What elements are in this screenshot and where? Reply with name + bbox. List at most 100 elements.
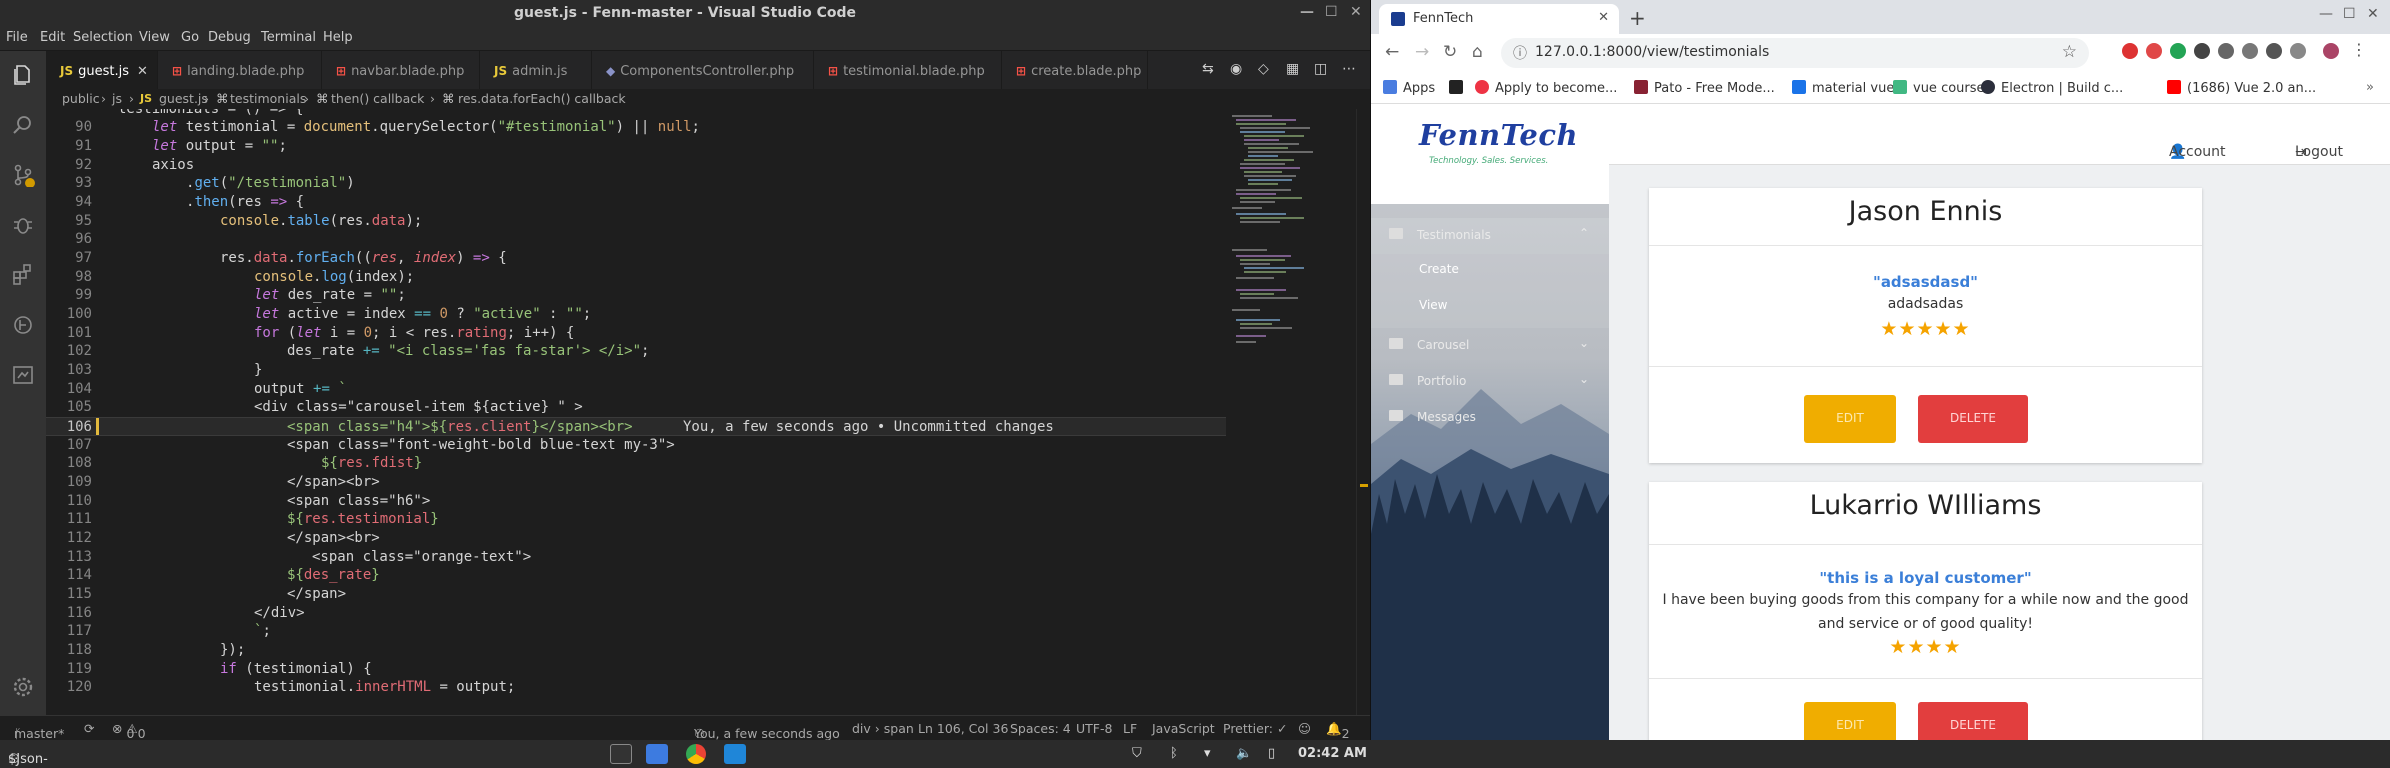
menu-portfolio[interactable]: Portfolio ⌄: [1371, 364, 1609, 400]
open-changes-icon[interactable]: ◇: [1258, 61, 1269, 77]
debug-icon[interactable]: [11, 213, 35, 237]
settings-gear-icon[interactable]: [11, 675, 35, 699]
minimap[interactable]: [1226, 109, 1356, 715]
bluetooth-icon[interactable]: ᛒ: [1170, 746, 1178, 761]
vscode-app-icon[interactable]: [724, 744, 746, 764]
scope-status[interactable]: div › span: [852, 721, 914, 736]
shield-icon[interactable]: ⛉: [1132, 746, 1142, 761]
volume-icon[interactable]: 🔈: [1236, 746, 1252, 761]
menu-debug[interactable]: Debug: [208, 30, 251, 45]
search-icon[interactable]: [11, 113, 35, 137]
terminal-app-icon[interactable]: [610, 744, 632, 764]
bookmark-item[interactable]: vue course: [1893, 80, 1985, 96]
notifications-status[interactable]: 🔔 2: [1326, 721, 1350, 740]
tab-guest-js[interactable]: JS guest.js ✕: [46, 51, 158, 89]
menu-go[interactable]: Go: [181, 30, 199, 45]
menu-selection[interactable]: Selection: [73, 30, 133, 45]
cursor-position[interactable]: Ln 106, Col 36: [918, 721, 1008, 736]
extension-icon[interactable]: [2290, 43, 2306, 59]
bookmark-item[interactable]: Apply to become...: [1475, 80, 1617, 96]
breadcrumb-item[interactable]: testimonials: [230, 91, 306, 106]
split-editor-icon[interactable]: ◫: [1314, 61, 1327, 77]
indent-status[interactable]: Spaces: 4: [1010, 721, 1071, 736]
extension-icon[interactable]: [2146, 43, 2162, 59]
menu-file[interactable]: File: [6, 30, 28, 45]
minimize-icon[interactable]: —: [2319, 6, 2333, 22]
extension-icon[interactable]: [2266, 43, 2282, 59]
extension-icon[interactable]: [2218, 43, 2234, 59]
sync-icon[interactable]: ⟳: [84, 721, 94, 736]
edit-button[interactable]: EDIT: [1804, 395, 1896, 443]
new-tab-icon[interactable]: +: [1629, 6, 1646, 30]
eol-status[interactable]: LF: [1123, 721, 1137, 736]
minimize-icon[interactable]: —: [1300, 4, 1314, 20]
bookmark-star-icon[interactable]: ☆: [2062, 42, 2077, 62]
preview-icon[interactable]: ▦: [1286, 61, 1299, 77]
breadcrumb-item[interactable]: public: [62, 91, 100, 106]
bookmark-item[interactable]: (1686) Vue 2.0 an...: [2167, 80, 2316, 96]
tab-landing-blade[interactable]: ⊞ landing.blade.php: [158, 51, 322, 89]
gitlens-icon[interactable]: [11, 313, 35, 337]
files-app-icon[interactable]: [646, 744, 668, 764]
maximize-icon[interactable]: ☐: [2343, 6, 2356, 22]
explorer-icon[interactable]: [11, 63, 35, 87]
menu-help[interactable]: Help: [323, 30, 353, 45]
tab-components-controller[interactable]: ◆ ComponentsController.php: [592, 51, 814, 89]
compare-icon[interactable]: ⇆: [1202, 61, 1214, 77]
bookmark-apps[interactable]: Apps: [1383, 80, 1435, 96]
close-tab-icon[interactable]: ✕: [1598, 10, 1609, 25]
source-control-icon[interactable]: [11, 163, 35, 187]
info-icon[interactable]: ⓘ: [1513, 43, 1527, 63]
editor-scrollbar[interactable]: [1356, 109, 1370, 715]
edit-button[interactable]: EDIT: [1804, 702, 1896, 740]
delete-button[interactable]: DELETE: [1918, 702, 2028, 740]
battery-icon[interactable]: ▯: [1268, 746, 1275, 761]
bookmarks-overflow-icon[interactable]: »: [2366, 80, 2374, 95]
prettier-status[interactable]: Prettier: ✓: [1223, 721, 1287, 736]
menu-messages[interactable]: Messages: [1371, 400, 1609, 436]
more-actions-icon[interactable]: ⋯: [1342, 61, 1356, 77]
submenu-create[interactable]: Create: [1419, 262, 1459, 276]
problems-status[interactable]: ⊗ 0 ⚠ 0: [112, 721, 146, 740]
chrome-app-icon[interactable]: [686, 744, 706, 764]
forward-icon[interactable]: →: [1415, 42, 1429, 62]
toggle-blame-icon[interactable]: ◉: [1230, 61, 1242, 77]
clock[interactable]: 02:42 AM: [1298, 746, 1367, 761]
language-status[interactable]: JavaScript: [1152, 721, 1215, 736]
bookmark-item[interactable]: [1449, 80, 1469, 96]
back-icon[interactable]: ←: [1385, 42, 1399, 62]
grammarly-icon[interactable]: [2170, 43, 2186, 59]
submenu-view[interactable]: View: [1419, 298, 1447, 312]
tab-create-blade[interactable]: ⊞ create.blade.php: [1002, 51, 1148, 89]
reload-icon[interactable]: ↻: [1443, 42, 1457, 62]
feedback-icon[interactable]: ☺: [1298, 721, 1311, 736]
close-tab-icon[interactable]: ✕: [137, 64, 148, 79]
menu-view[interactable]: View: [139, 30, 170, 45]
breadcrumb-item[interactable]: js: [112, 91, 122, 106]
tab-testimonial-blade[interactable]: ⊞ testimonial.blade.php: [814, 51, 1002, 89]
bookmark-item[interactable]: material vue: [1792, 80, 1894, 96]
extension-icon[interactable]: [2194, 43, 2210, 59]
close-icon[interactable]: ✕: [2367, 6, 2379, 22]
browser-tab[interactable]: FennTech ✕: [1379, 4, 1619, 34]
encoding-status[interactable]: UTF-8: [1076, 721, 1112, 736]
breadcrumb-item[interactable]: guest.js: [159, 91, 208, 106]
breadcrumb-item[interactable]: then() callback: [331, 91, 424, 106]
tab-admin-js[interactable]: JS admin.js: [480, 51, 592, 89]
bookmark-item[interactable]: Electron | Build c...: [1981, 80, 2123, 96]
bookmark-item[interactable]: Pato - Free Mode...: [1634, 80, 1775, 96]
extension-icon[interactable]: [2122, 43, 2138, 59]
delete-button[interactable]: DELETE: [1918, 395, 2028, 443]
address-bar[interactable]: ⓘ 127.0.0.1:8000/view/testimonials ☆: [1501, 38, 2089, 68]
wifi-icon[interactable]: ▾: [1204, 746, 1211, 761]
tab-navbar-blade[interactable]: ⊞ navbar.blade.php: [322, 51, 480, 89]
breadcrumb-item[interactable]: res.data.forEach() callback: [458, 91, 626, 106]
menu-terminal[interactable]: Terminal: [261, 30, 316, 45]
menu-carousel[interactable]: Carousel ⌄: [1371, 328, 1609, 364]
menu-edit[interactable]: Edit: [40, 30, 65, 45]
close-icon[interactable]: ✕: [1350, 4, 1362, 20]
home-icon[interactable]: ⌂: [1472, 42, 1483, 62]
profile-avatar[interactable]: [2323, 43, 2339, 59]
menu-testimonials[interactable]: Testimonials ⌃: [1371, 218, 1609, 254]
code-editor[interactable]: testimonials = () => { 90 let testimonial…: [46, 109, 1226, 715]
